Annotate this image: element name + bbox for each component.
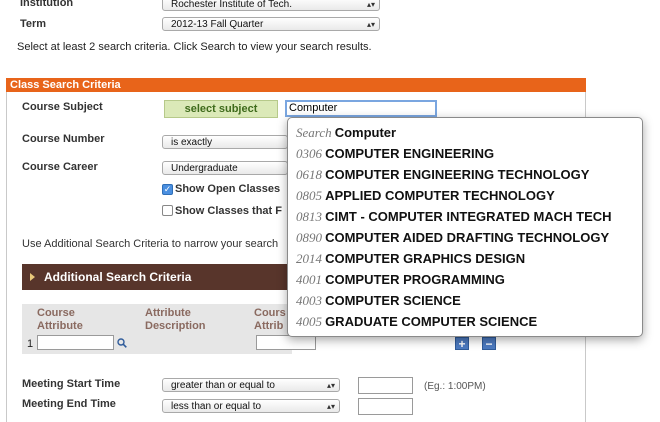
course-career-value: Undergraduate: [171, 163, 238, 174]
subject-code: 0890: [296, 230, 322, 245]
subject-code: 4001: [296, 272, 322, 287]
panel-title: Class Search Criteria: [6, 78, 586, 92]
course-number-label: Course Number: [22, 133, 105, 145]
term-select[interactable]: 2012-13 Fall Quarter ▴▾: [162, 17, 380, 31]
select-arrows-icon: ▴▾: [366, 20, 375, 29]
autocomplete-item[interactable]: 0618 COMPUTER ENGINEERING TECHNOLOGY: [296, 164, 589, 185]
course-subject-label: Course Subject: [22, 101, 103, 113]
autocomplete-item[interactable]: 0890 COMPUTER AIDED DRAFTING TECHNOLOGY: [296, 227, 609, 248]
subject-name: CIMT - COMPUTER INTEGRATED MACH TECH: [325, 209, 612, 224]
subject-name: COMPUTER ENGINEERING: [325, 146, 495, 161]
subject-code: 4005: [296, 314, 322, 329]
subject-code: 0805: [296, 188, 322, 203]
select-arrows-icon: ▴▾: [326, 381, 335, 390]
subject-name: COMPUTER AIDED DRAFTING TECHNOLOGY: [325, 230, 610, 245]
search-prefix: Search: [296, 125, 332, 140]
meeting-start-time-input[interactable]: [358, 377, 413, 394]
show-open-classes-label: Show Open Classes: [175, 183, 281, 195]
meeting-start-label: Meeting Start Time: [22, 378, 121, 390]
instructions-text: Select at least 2 search criteria. Click…: [17, 41, 372, 53]
show-classes-checkbox[interactable]: [162, 205, 173, 216]
subject-name: COMPUTER GRAPHICS DESIGN: [325, 251, 526, 266]
institution-label: Institution: [20, 0, 74, 9]
autocomplete-item[interactable]: 0805 APPLIED COMPUTER TECHNOLOGY: [296, 185, 555, 206]
select-arrows-icon: ▴▾: [326, 402, 335, 411]
subject-code: 0306: [296, 146, 322, 161]
meeting-start-operator-select[interactable]: greater than or equal to ▴▾: [162, 378, 340, 392]
additional-criteria-title: Additional Search Criteria: [44, 270, 192, 284]
institution-value: Rochester Institute of Tech.: [171, 0, 292, 10]
add-row-button[interactable]: +: [455, 337, 469, 350]
row-number: 1: [27, 338, 34, 350]
subject-name: GRADUATE COMPUTER SCIENCE: [325, 314, 538, 329]
course-number-operator-value: is exactly: [171, 137, 213, 148]
course-attribute-input[interactable]: [37, 335, 114, 350]
meeting-end-label: Meeting End Time: [22, 398, 116, 410]
autocomplete-item[interactable]: 4003 COMPUTER SCIENCE: [296, 290, 461, 311]
select-subject-button[interactable]: select subject: [164, 100, 278, 118]
autocomplete-item[interactable]: 4001 COMPUTER PROGRAMMING: [296, 269, 505, 290]
subject-code: 0813: [296, 209, 322, 224]
term-value: 2012-13 Fall Quarter: [171, 19, 264, 30]
course-attribute-value-input[interactable]: [256, 335, 316, 350]
additional-criteria-hint: Use Additional Search Criteria to narrow…: [22, 238, 279, 250]
meeting-end-time-input[interactable]: [358, 398, 413, 415]
course-career-label: Course Career: [22, 161, 98, 173]
search-term: Computer: [334, 125, 397, 140]
expand-triangle-icon: [30, 273, 35, 281]
subject-autocomplete-popup: Search Computer 0306 COMPUTER ENGINEERIN…: [287, 117, 643, 337]
term-label: Term: [20, 18, 47, 30]
subject-code: 2014: [296, 251, 322, 266]
show-open-classes-checkbox[interactable]: ✓: [162, 184, 173, 195]
autocomplete-item[interactable]: 0306 COMPUTER ENGINEERING: [296, 143, 494, 164]
show-classes-label: Show Classes that F: [175, 205, 282, 217]
autocomplete-item[interactable]: 4005 GRADUATE COMPUTER SCIENCE: [296, 311, 537, 332]
subject-name: APPLIED COMPUTER TECHNOLOGY: [325, 188, 555, 203]
subject-name: COMPUTER ENGINEERING TECHNOLOGY: [325, 167, 590, 182]
autocomplete-search-row[interactable]: Search Computer: [296, 122, 396, 143]
institution-select[interactable]: Rochester Institute of Tech. ▴▾: [162, 0, 380, 11]
meeting-end-operator-select[interactable]: less than or equal to ▴▾: [162, 399, 340, 413]
subject-code: 4003: [296, 293, 322, 308]
subject-name: COMPUTER PROGRAMMING: [325, 272, 505, 287]
subject-search-input[interactable]: Computer: [285, 100, 437, 117]
course-career-select[interactable]: Undergraduate: [162, 161, 288, 175]
autocomplete-item[interactable]: 2014 COMPUTER GRAPHICS DESIGN: [296, 248, 525, 269]
lookup-search-icon[interactable]: [117, 338, 127, 348]
subject-code: 0618: [296, 167, 322, 182]
select-arrows-icon: ▴▾: [366, 0, 375, 9]
col-course-attribute: Course Attribute: [37, 307, 83, 332]
col-attribute-description: Attribute Description: [145, 307, 206, 332]
autocomplete-item[interactable]: 0813 CIMT - COMPUTER INTEGRATED MACH TEC…: [296, 206, 612, 227]
remove-row-button[interactable]: −: [482, 337, 496, 350]
col-course-attribute-value: Cours Attrib: [254, 307, 286, 332]
meeting-start-operator-value: greater than or equal to: [171, 380, 275, 391]
course-number-operator-select[interactable]: is exactly: [162, 135, 288, 149]
meeting-end-operator-value: less than or equal to: [171, 401, 262, 412]
subject-name: COMPUTER SCIENCE: [325, 293, 461, 308]
time-format-example: (Eg.: 1:00PM): [424, 381, 486, 392]
